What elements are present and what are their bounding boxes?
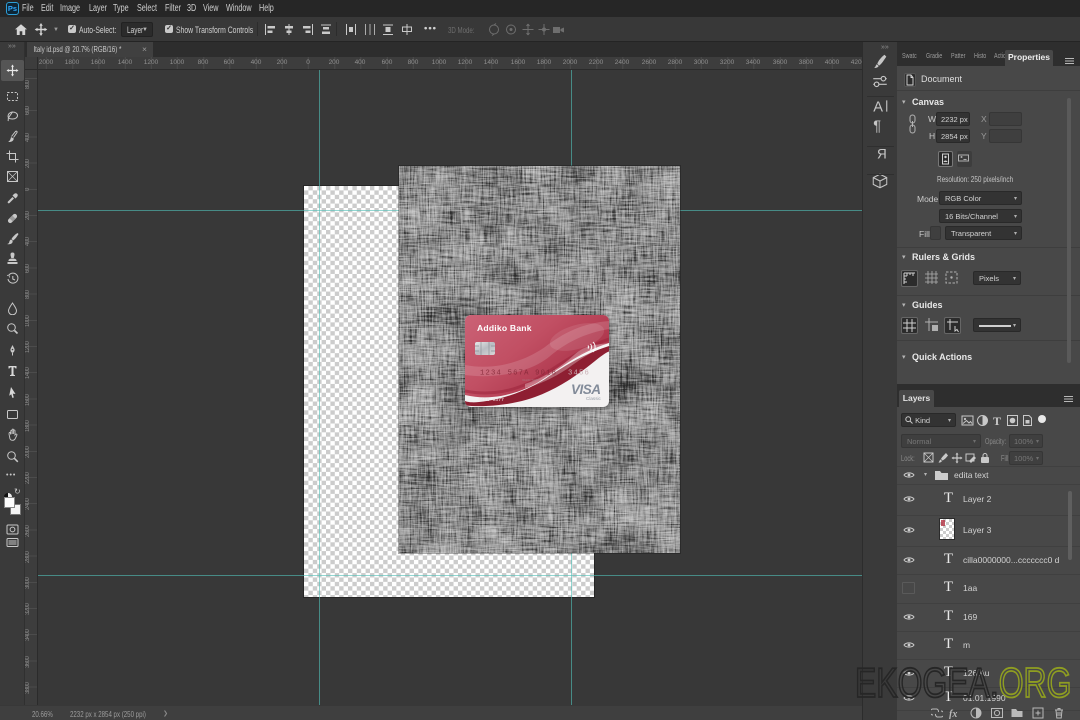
svg-text:1234 567A 9016: 1234 567A 9016	[480, 370, 557, 378]
svg-text:VISA: VISA	[571, 382, 601, 397]
svg-text:VALID THRU: VALID THRU	[522, 378, 540, 382]
svg-text:R: R	[877, 147, 887, 162]
svg-text:A: A	[873, 100, 883, 115]
svg-text:3456: 3456	[568, 370, 590, 378]
svg-text:Classic: Classic	[586, 396, 602, 401]
svg-text:Addiko Bank: Addiko Bank	[477, 323, 532, 333]
svg-text:4456 9377: 4456 9377	[478, 397, 504, 403]
svg-text:fx: fx	[949, 709, 957, 719]
svg-text:T: T	[993, 414, 1001, 427]
svg-text:¶: ¶	[873, 119, 881, 134]
